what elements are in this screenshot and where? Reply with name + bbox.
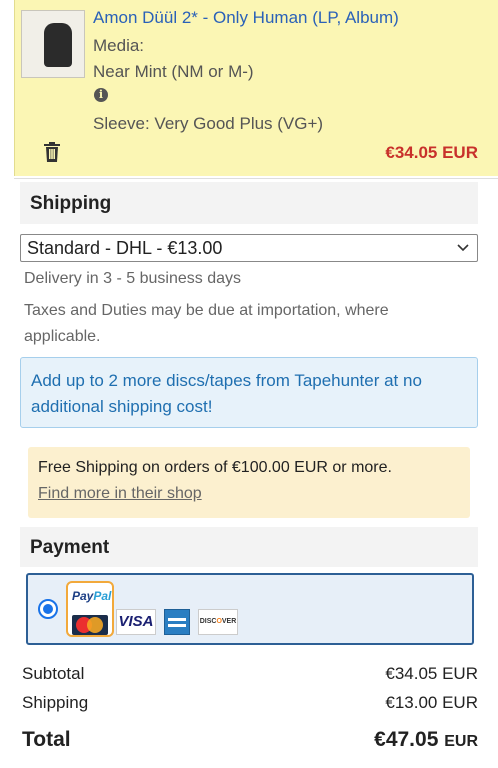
shipping-cost-label: Shipping [22, 693, 89, 712]
payment-option-paypal[interactable]: PayPal VISA DISCOVER [26, 573, 474, 645]
media-label: Media: [93, 36, 145, 55]
mastercard-icon [72, 615, 108, 635]
sleeve-condition: Sleeve: Very Good Plus (VG+) [93, 114, 324, 133]
total-amount: €47.05 [374, 728, 439, 751]
total-currency: EUR [444, 733, 478, 750]
shipping-method-value: Standard - DHL - €13.00 [27, 238, 223, 258]
subtotal-value: €34.05 EUR [385, 664, 478, 683]
shipping-method-select[interactable]: Standard - DHL - €13.00 [20, 234, 478, 262]
subtotal-label: Subtotal [22, 664, 85, 683]
amex-icon [164, 609, 190, 635]
chevron-down-icon [457, 244, 469, 252]
trash-icon[interactable] [43, 142, 61, 162]
paypal-icon: PayPal [72, 589, 112, 603]
shipping-cost-value: €13.00 EUR [385, 693, 478, 712]
payment-radio-selected[interactable] [38, 599, 58, 619]
visa-icon: VISA [116, 609, 156, 635]
media-condition: Near Mint (NM or M-) [93, 62, 254, 81]
total-value: €47.05 EUR [374, 728, 478, 752]
taxes-note: Taxes and Duties may be due at importati… [24, 302, 389, 345]
album-cover-figure [44, 23, 72, 67]
shipping-section-header: Shipping [20, 182, 478, 224]
item-title-link[interactable]: Amon Düül 2* - Only Human (LP, Album) [93, 8, 399, 28]
free-shipping-promo: Free Shipping on orders of €100.00 EUR o… [28, 447, 470, 518]
divider [14, 178, 498, 179]
shipping-info-text: Add up to 2 more discs/tapes from Tapehu… [31, 371, 422, 416]
total-label: Total [22, 728, 71, 751]
discover-icon: DISCOVER [198, 609, 238, 635]
album-cover-thumbnail[interactable] [21, 10, 85, 78]
payment-section-header: Payment [20, 527, 478, 567]
find-more-shop-link[interactable]: Find more in their shop [38, 485, 202, 503]
item-price: €34.05 EUR [385, 143, 478, 162]
payment-heading: Payment [30, 537, 110, 558]
shipping-heading: Shipping [30, 193, 112, 214]
info-icon[interactable]: i [94, 88, 108, 102]
paypal-logo: PayPal [66, 581, 114, 637]
free-shipping-text: Free Shipping on orders of €100.00 EUR o… [38, 459, 392, 476]
delivery-estimate: Delivery in 3 - 5 business days [24, 270, 241, 287]
cart-item: Amon Düül 2* - Only Human (LP, Album) Me… [14, 0, 498, 176]
shipping-info-alert: Add up to 2 more discs/tapes from Tapehu… [20, 357, 478, 428]
